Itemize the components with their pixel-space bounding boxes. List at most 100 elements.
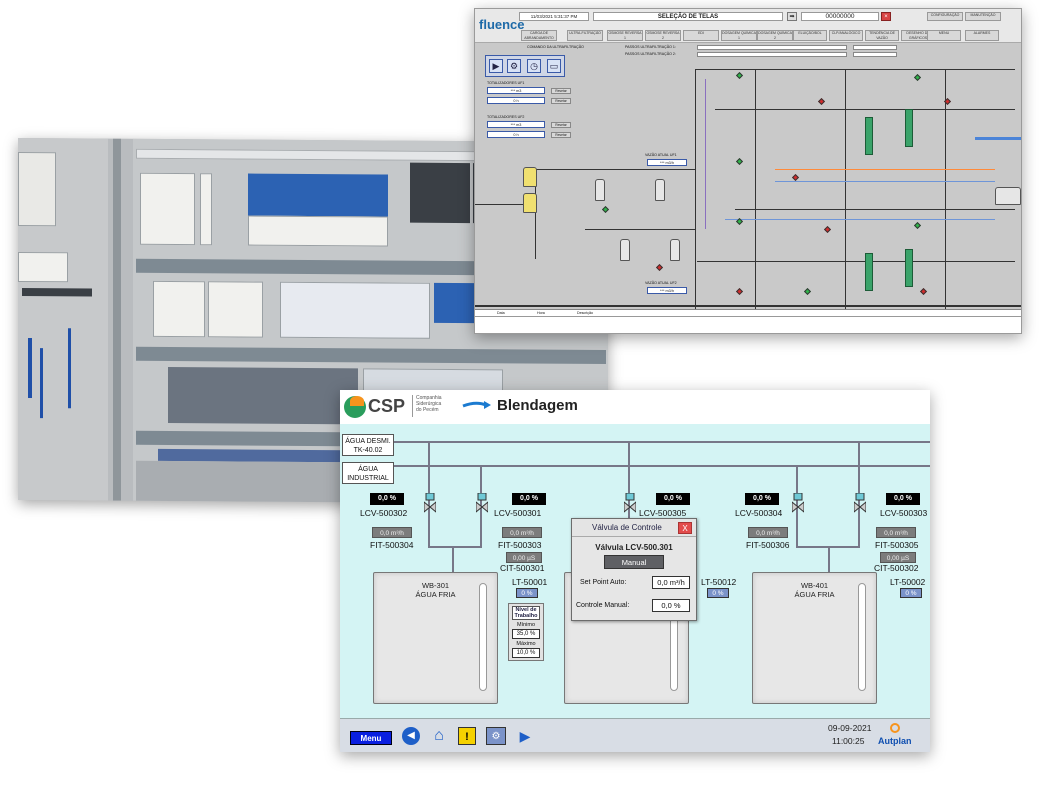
- pipe: [585, 229, 695, 230]
- pipe-purple: [705, 79, 706, 229]
- valve[interactable]: [735, 157, 744, 166]
- pipe: [695, 69, 696, 309]
- alarm-table: Data Hora Descrição: [475, 309, 1021, 333]
- alarm-warning-icon[interactable]: !: [458, 727, 476, 745]
- valve[interactable]: [601, 205, 610, 214]
- power-supply: [140, 172, 195, 246]
- setpoint-input[interactable]: 0,0 m³/h: [652, 576, 690, 589]
- control-valve-icon[interactable]: [853, 492, 867, 514]
- control-valve-icon[interactable]: [475, 492, 489, 514]
- level-gauge: [479, 583, 487, 691]
- nav-button[interactable]: CARGA DE ABRANDAMENTO: [521, 30, 557, 41]
- filter-vessel[interactable]: [670, 239, 680, 261]
- valve-tag: LCV-500304: [735, 508, 783, 518]
- pipe-blue: [975, 137, 1021, 140]
- nav-button[interactable]: ELUIÇÃO/BOL: [793, 30, 827, 41]
- valve[interactable]: [817, 97, 826, 106]
- breaker: [200, 173, 212, 246]
- terminal-module: [18, 251, 68, 283]
- filter-vessel[interactable]: [620, 239, 630, 261]
- level-value: 0 %: [707, 588, 729, 598]
- back-icon[interactable]: ◀: [402, 727, 420, 745]
- gear-icon[interactable]: ⚙: [507, 59, 521, 73]
- close-icon[interactable]: ×: [881, 12, 891, 21]
- hmi-bottom-bar: Menu ◀ ⌂ ! ⚙ ▶ 09-09-2021 11:00:25 Autpl…: [340, 718, 930, 752]
- nav-button[interactable]: CLP/ANALÓGICO: [829, 30, 863, 41]
- tank-wb301[interactable]: WB-301 ÁGUA FRIA: [373, 572, 498, 704]
- valve[interactable]: [735, 71, 744, 80]
- nav-button[interactable]: DOSAGEM QUÍMICA 1: [721, 30, 757, 41]
- fit-tag: FIT-500305: [875, 540, 919, 550]
- close-icon[interactable]: X: [678, 522, 692, 534]
- nav-button[interactable]: ULTRA-FILTRAÇÃO: [567, 30, 603, 41]
- nav-button[interactable]: ALARMES: [965, 30, 999, 41]
- reset-button[interactable]: Resetar: [551, 132, 571, 138]
- uf-module[interactable]: [905, 109, 913, 147]
- filter-vessel[interactable]: [595, 179, 605, 201]
- reset-button[interactable]: Resetar: [551, 88, 571, 94]
- valve[interactable]: [913, 73, 922, 82]
- control-valve-icon[interactable]: [423, 492, 437, 514]
- passos-1-time: [853, 45, 897, 50]
- nav-manutencao[interactable]: MANUTENÇÃO: [965, 12, 1001, 21]
- nav-button[interactable]: OSMOSE REVERSA 1: [607, 30, 643, 41]
- cable: [28, 338, 32, 399]
- valve[interactable]: [735, 287, 744, 296]
- control-valve-icon[interactable]: [623, 492, 637, 514]
- setpoint-label: Set Point Auto:: [580, 579, 627, 586]
- nav-button[interactable]: MENU: [927, 30, 961, 41]
- source-agua-industrial-label: ÁGUA INDUSTRIAL: [347, 466, 389, 482]
- cit-tag: CIT-500302: [874, 563, 919, 573]
- nav-button[interactable]: OSMOSE REVERSA 2: [645, 30, 681, 41]
- menu-button[interactable]: Menu: [350, 731, 392, 745]
- clock-icon[interactable]: ◷: [527, 59, 541, 73]
- pump[interactable]: [523, 167, 537, 187]
- valve[interactable]: [823, 225, 832, 234]
- valve[interactable]: [919, 287, 928, 296]
- manual-control-label: Controle Manual:: [576, 602, 630, 609]
- source-agua-desmi-label: ÁGUA DESMI. TK-40.02: [345, 438, 391, 454]
- logo-sub-line: do Pecém: [416, 407, 439, 413]
- manual-mode-button[interactable]: Manual: [604, 555, 664, 569]
- settings-icon[interactable]: ⚙: [486, 727, 506, 745]
- nav-configuracao[interactable]: CONFIGURAÇÃO: [927, 12, 963, 21]
- conductivity-display: 0,00 µS: [506, 552, 542, 563]
- manual-control-input[interactable]: 0,0 %: [652, 599, 690, 612]
- play-icon[interactable]: ▶: [489, 59, 503, 73]
- csp-logo-sun-icon: [350, 396, 364, 406]
- nav-button[interactable]: EDI: [683, 30, 719, 41]
- min-value-input[interactable]: 35,0 %: [512, 629, 540, 639]
- tank[interactable]: [995, 187, 1021, 205]
- valve[interactable]: [913, 221, 922, 230]
- pipe-blue: [775, 181, 995, 182]
- uf-module[interactable]: [865, 117, 873, 155]
- nav-button[interactable]: DOSAGEM QUÍMICA 2: [757, 30, 793, 41]
- valve[interactable]: [791, 173, 800, 182]
- reset-button[interactable]: Resetar: [551, 122, 571, 128]
- pump[interactable]: [523, 193, 537, 213]
- next-icon[interactable]: ▶: [516, 727, 534, 745]
- home-icon[interactable]: ⌂: [430, 727, 448, 745]
- arrow-icon[interactable]: ➡: [787, 12, 797, 21]
- pipe-blue: [725, 219, 995, 220]
- save-icon[interactable]: ▭: [547, 59, 561, 73]
- arrow-right-icon: [462, 400, 492, 410]
- valve[interactable]: [655, 263, 664, 272]
- fit-tag: FIT-500306: [746, 540, 790, 550]
- tank-wb401[interactable]: WB-401 ÁGUA FRIA: [752, 572, 877, 704]
- reset-button[interactable]: Resetar: [551, 98, 571, 104]
- max-value-input[interactable]: 10,0 %: [512, 648, 540, 658]
- valve-tag: LCV-500303: [880, 508, 928, 518]
- control-valve-icon[interactable]: [791, 492, 805, 514]
- cable: [40, 348, 43, 419]
- uf-module[interactable]: [865, 253, 873, 291]
- cable: [68, 328, 71, 409]
- nav-button[interactable]: TENDÊNCIA DE VAZÃO: [865, 30, 899, 41]
- logo-divider: [412, 395, 413, 417]
- flow-uf2-value: *** m3/h: [647, 287, 687, 294]
- pipe: [755, 69, 756, 309]
- filter-vessel[interactable]: [655, 179, 665, 201]
- pipe-orange: [775, 169, 995, 170]
- valve[interactable]: [803, 287, 812, 296]
- uf-module[interactable]: [905, 249, 913, 287]
